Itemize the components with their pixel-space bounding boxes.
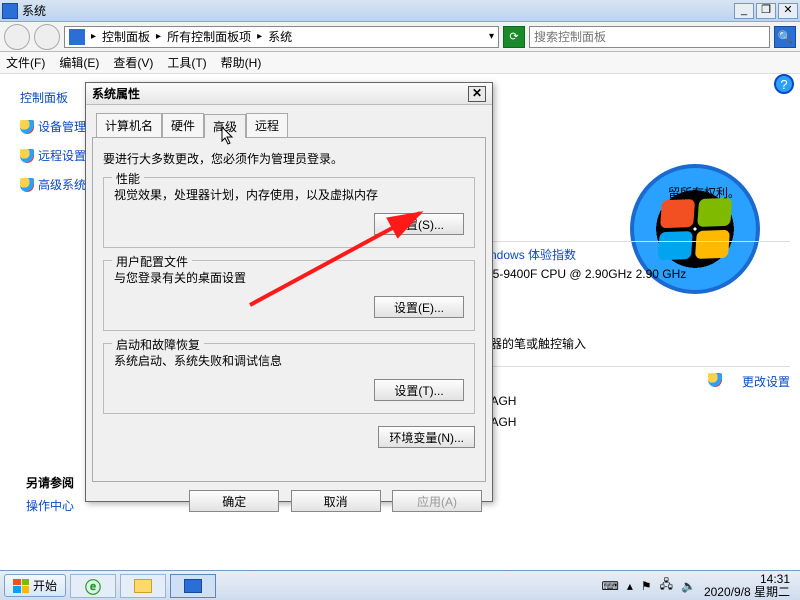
- environment-variables-button[interactable]: 环境变量(N)...: [378, 426, 475, 448]
- search-button[interactable]: 🔍: [774, 26, 796, 48]
- chevron-right-icon: ▸: [91, 31, 96, 42]
- dialog-close-button[interactable]: ✕: [468, 86, 486, 102]
- group-user-profiles-legend: 用户配置文件: [112, 253, 192, 270]
- action-center-link[interactable]: 操作中心: [26, 497, 74, 514]
- control-panel-icon: [69, 29, 85, 45]
- group-performance-legend: 性能: [112, 170, 144, 187]
- menu-tools[interactable]: 工具(T): [167, 54, 206, 71]
- ok-button[interactable]: 确定: [189, 490, 279, 512]
- taskbar-item-system[interactable]: [170, 574, 216, 598]
- back-button[interactable]: [4, 24, 30, 50]
- tray-chevron-icon[interactable]: ▴: [627, 579, 633, 593]
- taskbar-item-explorer[interactable]: [120, 574, 166, 598]
- startup-settings-button[interactable]: 设置(T)...: [374, 379, 464, 401]
- clock-date: 2020/9/8 星期二: [704, 586, 790, 599]
- menu-view[interactable]: 查看(V): [113, 54, 153, 71]
- see-also-title: 另请参阅: [26, 476, 74, 490]
- breadcrumb[interactable]: ▸ 控制面板 ▸ 所有控制面板项 ▸ 系统 ▾: [64, 26, 499, 48]
- taskbar: 开始 ⓔ ⌨ ▴ ⚑ 🖧 🔈 14:31 2020/9/8 星期二: [0, 570, 800, 600]
- group-user-profiles-desc: 与您登录有关的桌面设置: [114, 269, 464, 286]
- admin-note: 要进行大多数更改，您必须作为管理员登录。: [103, 150, 475, 167]
- e-browser-icon: ⓔ: [85, 574, 101, 598]
- chevron-down-icon[interactable]: ▾: [489, 31, 494, 42]
- navbar: ▸ 控制面板 ▸ 所有控制面板项 ▸ 系统 ▾ ⟳ 🔍: [0, 22, 800, 52]
- forward-button[interactable]: [34, 24, 60, 50]
- app-icon: [2, 3, 18, 19]
- group-startup-legend: 启动和故障恢复: [112, 336, 204, 353]
- menu-edit[interactable]: 编辑(E): [59, 54, 99, 71]
- windows-start-icon: [13, 579, 29, 593]
- menu-file[interactable]: 文件(F): [6, 54, 45, 71]
- tab-page-advanced: 要进行大多数更改，您必须作为管理员登录。 性能 视觉效果，处理器计划，内存使用，…: [92, 137, 486, 482]
- see-also: 另请参阅 操作中心: [26, 474, 74, 520]
- chevron-right-icon: ▸: [257, 31, 262, 42]
- network-icon[interactable]: 🖧: [660, 575, 673, 596]
- volume-icon[interactable]: 🔈: [681, 579, 696, 593]
- dialog-title: 系统属性: [92, 85, 140, 102]
- clock-time: 14:31: [704, 573, 790, 586]
- shield-icon: [20, 120, 34, 134]
- group-performance-desc: 视觉效果，处理器计划，内存使用，以及虚拟内存: [114, 186, 464, 203]
- tab-remote[interactable]: 远程: [246, 113, 288, 137]
- group-performance: 性能 视觉效果，处理器计划，内存使用，以及虚拟内存 设置(S)...: [103, 177, 475, 248]
- crumb-1[interactable]: 控制面板: [102, 28, 150, 45]
- start-label: 开始: [33, 577, 57, 594]
- maximize-button[interactable]: ❐: [756, 3, 776, 19]
- start-button[interactable]: 开始: [4, 574, 66, 597]
- monitor-icon: [184, 579, 202, 593]
- change-settings-link[interactable]: 更改设置: [742, 373, 790, 390]
- close-button[interactable]: ✕: [778, 3, 798, 19]
- dialog-button-row: 确定 取消 应用(A): [86, 482, 492, 520]
- folder-icon: [134, 579, 152, 593]
- dialog-titlebar[interactable]: 系统属性 ✕: [86, 83, 492, 105]
- keyboard-icon[interactable]: ⌨: [601, 579, 618, 593]
- system-tray: ⌨ ▴ ⚑ 🖧 🔈 14:31 2020/9/8 星期二: [601, 573, 796, 599]
- crumb-2[interactable]: 所有控制面板项: [167, 28, 251, 45]
- user-profiles-settings-button[interactable]: 设置(E)...: [374, 296, 464, 318]
- menubar: 文件(F) 编辑(E) 查看(V) 工具(T) 帮助(H): [0, 52, 800, 74]
- shield-icon: [708, 373, 722, 387]
- group-user-profiles: 用户配置文件 与您登录有关的桌面设置 设置(E)...: [103, 260, 475, 331]
- experience-index-link[interactable]: ndows 体验指数: [490, 246, 576, 263]
- window-titlebar: 系统 _ ❐ ✕: [0, 0, 800, 22]
- taskbar-item-browser[interactable]: ⓔ: [70, 574, 116, 598]
- chevron-right-icon: ▸: [156, 31, 161, 42]
- group-startup-recovery: 启动和故障恢复 系统启动、系统失败和调试信息 设置(T)...: [103, 343, 475, 414]
- minimize-button[interactable]: _: [734, 3, 754, 19]
- shield-icon: [20, 149, 34, 163]
- tab-computer-name[interactable]: 计算机名: [96, 113, 162, 137]
- tab-hardware[interactable]: 硬件: [162, 113, 204, 137]
- shield-icon: [20, 178, 34, 192]
- window-title: 系统: [22, 2, 46, 19]
- refresh-button[interactable]: ⟳: [503, 26, 525, 48]
- cancel-button[interactable]: 取消: [291, 490, 381, 512]
- search-input[interactable]: [534, 30, 765, 44]
- apply-button[interactable]: 应用(A): [392, 490, 482, 512]
- crumb-3[interactable]: 系统: [268, 28, 292, 45]
- group-startup-desc: 系统启动、系统失败和调试信息: [114, 352, 464, 369]
- search-box[interactable]: [529, 26, 770, 48]
- cpu-value: i5-9400F CPU @ 2.90GHz 2.90 GHz: [490, 267, 686, 281]
- system-properties-dialog: 系统属性 ✕ 计算机名 硬件 高级 远程 要进行大多数更改，您必须作为管理员登录…: [85, 82, 493, 502]
- menu-help[interactable]: 帮助(H): [221, 54, 262, 71]
- dialog-tabs: 计算机名 硬件 高级 远程: [96, 113, 486, 137]
- tab-advanced[interactable]: 高级: [204, 114, 246, 138]
- performance-settings-button[interactable]: 设置(S)...: [374, 213, 464, 235]
- action-center-icon[interactable]: ⚑: [641, 579, 652, 593]
- pen-touch-value: 器的笔或触控输入: [490, 335, 586, 352]
- clock[interactable]: 14:31 2020/9/8 星期二: [704, 573, 790, 599]
